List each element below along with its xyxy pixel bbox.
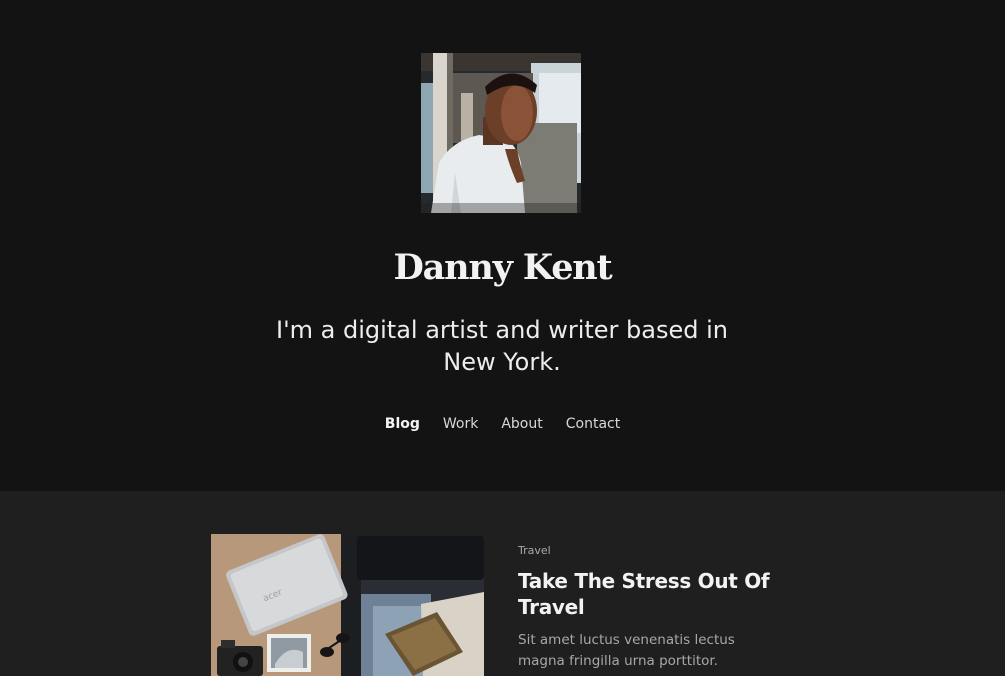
post-category-link[interactable]: Travel	[518, 543, 551, 559]
nav-item-blog[interactable]: Blog	[385, 412, 420, 436]
post-image-travel-flatlay: acer	[211, 534, 484, 676]
post-featured-image[interactable]: acer	[211, 534, 484, 676]
post-excerpt: Sit amet luctus venenatis lectus magna f…	[518, 632, 735, 669]
avatar[interactable]	[421, 53, 581, 213]
post-title-link[interactable]: Take The Stress Out Of Travel	[518, 568, 788, 620]
posts-section	[0, 491, 1005, 676]
nav-item-contact[interactable]: Contact	[566, 412, 620, 436]
nav-item-about[interactable]: About	[501, 412, 542, 436]
main-navigation: Blog Work About Contact	[0, 412, 1005, 436]
nav-item-work[interactable]: Work	[443, 412, 478, 436]
avatar-photo	[421, 53, 581, 213]
site-header: Danny Kent I'm a digital artist and writ…	[0, 0, 1005, 491]
site-title[interactable]: Danny Kent	[0, 244, 1005, 292]
site-tagline: I'm a digital artist and writer based in…	[275, 316, 728, 376]
